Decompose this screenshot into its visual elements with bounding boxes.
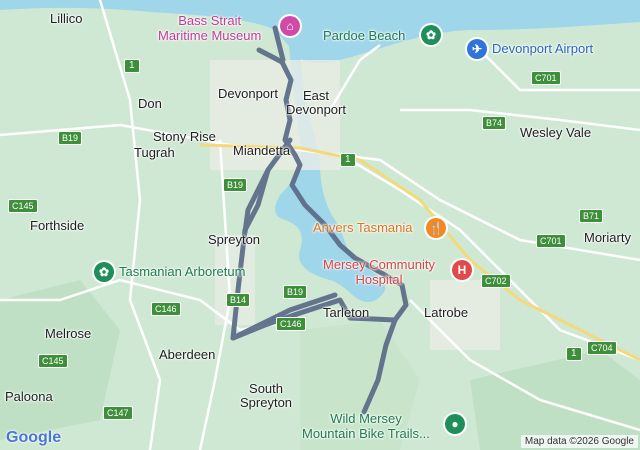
poi-label-wild-mersey[interactable]: Wild Mersey Mountain Bike Trails... (302, 411, 430, 442)
poi-label-devonport-airport[interactable]: Devonport Airport (492, 41, 593, 57)
road-shield-c701: C701 (536, 234, 566, 248)
road-shield-b19: B19 (283, 285, 308, 299)
road-shield-c702: C702 (481, 274, 511, 288)
place-label-forthside: Forthside (30, 218, 85, 233)
google-logo-text: Google (6, 429, 62, 446)
map-canvas[interactable]: Lillico Devonport East Devonport Don Sto… (0, 0, 640, 450)
poi-label-anvers[interactable]: Anvers Tasmania (313, 220, 412, 236)
poi-label-bass-strait-museum[interactable]: Bass Strait Maritime Museum (158, 13, 261, 44)
hospital-icon[interactable]: H (452, 260, 472, 280)
place-label-wesley-vale: Wesley Vale (520, 125, 592, 140)
road-shield-b74: B74 (482, 116, 507, 130)
road-shield-1: 1 (340, 153, 356, 167)
road-shield-b14: B14 (226, 293, 251, 307)
road-shield-c145: C145 (38, 354, 68, 368)
place-label-stony-rise: Stony Rise (153, 129, 216, 144)
place-label-moriarty: Moriarty (584, 230, 631, 245)
place-label-latrobe: Latrobe (424, 305, 469, 320)
place-label-paloona: Paloona (5, 389, 53, 404)
bike-trail-icon[interactable]: ● (445, 414, 465, 434)
place-label-east-devonport: East Devonport (286, 88, 346, 118)
road-shield-b71: B71 (579, 209, 604, 223)
road-shield-b19: B19 (223, 178, 248, 192)
restaurant-icon[interactable]: 🍴 (426, 218, 446, 238)
road-shield-c147: C147 (103, 406, 133, 420)
poi-label-pardoe-beach[interactable]: Pardoe Beach (323, 28, 405, 44)
place-label-south-spreyton: South Spreyton (240, 381, 293, 411)
road-shield-c145: C145 (8, 199, 38, 213)
beach-icon[interactable]: ✿ (421, 25, 441, 45)
place-label-spreyton: Spreyton (208, 232, 261, 247)
place-label-tugrah: Tugrah (134, 145, 175, 160)
poi-label-mersey-hospital[interactable]: Mersey Community Hospital (323, 257, 435, 288)
museum-icon[interactable]: ⌂ (280, 16, 300, 36)
place-label-don: Don (138, 96, 162, 111)
place-label-devonport: Devonport (218, 86, 278, 101)
place-label-aberdeen: Aberdeen (159, 347, 216, 362)
map-attribution[interactable]: Map data ©2026 Google (520, 435, 638, 448)
poi-label-arboretum[interactable]: Tasmanian Arboretum (119, 264, 245, 280)
place-label-miandetta: Miandetta (233, 143, 291, 158)
road-shield-b19: B19 (58, 131, 83, 145)
google-logo[interactable]: Google (6, 429, 61, 447)
road-shield-c146: C146 (151, 302, 181, 316)
road-shield-c146: C146 (276, 317, 306, 331)
road-shield-1: 1 (124, 59, 140, 73)
place-label-melrose: Melrose (45, 326, 92, 341)
road-shield-c704: C704 (587, 341, 617, 355)
airport-icon[interactable]: ✈ (467, 39, 487, 59)
road-shield-1: 1 (566, 347, 582, 361)
road-shield-c701: C701 (531, 71, 561, 85)
place-label-tarleton: Tarleton (323, 305, 370, 320)
place-label-lillico: Lillico (50, 11, 83, 26)
arboretum-icon[interactable]: ✿ (94, 262, 114, 282)
